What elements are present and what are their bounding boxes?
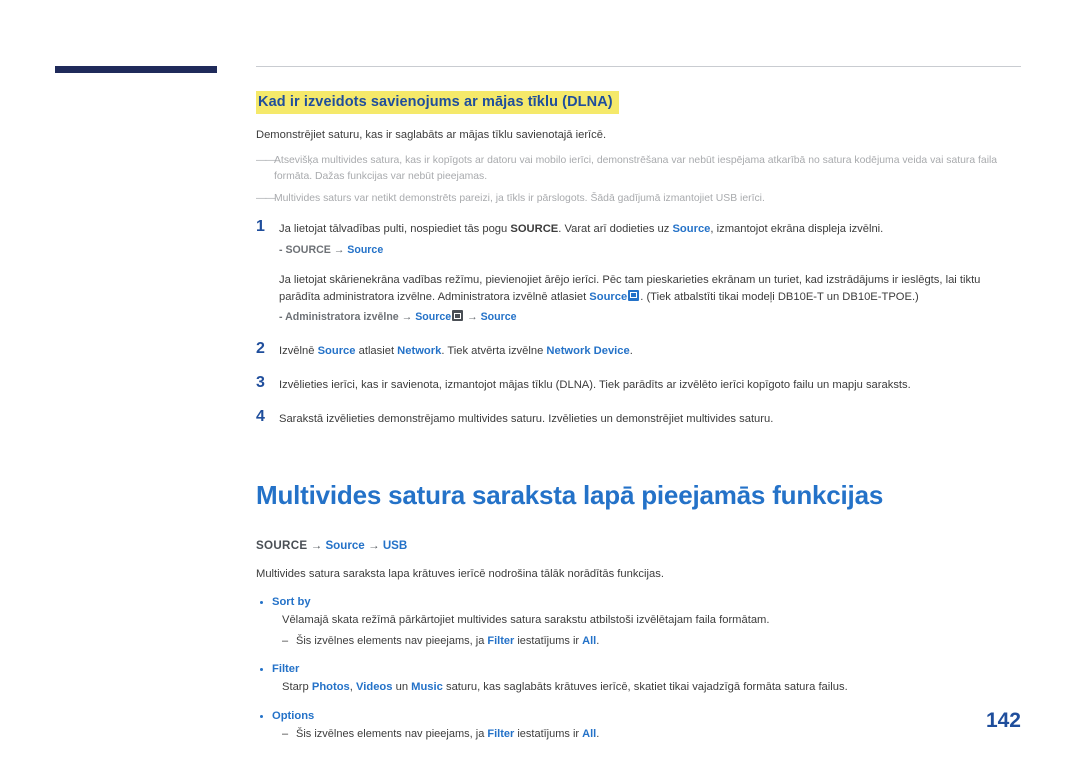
network-menu-label: Network <box>397 345 442 358</box>
step-body: Ja lietojat tālvadības pulti, nospiediet… <box>279 221 1021 326</box>
step-3: 3 Izvēlieties ierīci, kas ir savienota, … <box>256 374 1021 394</box>
note-text: Multivides saturs var netikt demonstrēts… <box>274 193 765 205</box>
breadcrumb-arrow: → <box>307 538 326 552</box>
source-menu-label: Source <box>589 290 628 303</box>
step-1: 1 Ja lietojat tālvadības pulti, nospiedi… <box>256 218 1021 326</box>
bullet-label: Options <box>272 709 315 722</box>
bullet-dot-icon <box>260 714 263 718</box>
em-dash-icon: ―― <box>256 193 276 205</box>
source-menu-label: Source <box>672 223 711 236</box>
sub-note-part: Šis izvēlnes elements nav pieejams, ja <box>296 727 488 740</box>
source-key-label: SOURCE <box>510 223 559 236</box>
filter-menu-label: Filter <box>487 727 515 740</box>
bullet-label: Sort by <box>272 595 311 608</box>
menu-path-source: Source <box>415 311 452 324</box>
menu-path-target: Source <box>480 311 517 324</box>
step-text-part: . Varat arī dodieties uz <box>558 223 673 236</box>
big-section-intro: Multivides satura saraksta lapa krātuves… <box>256 567 664 580</box>
step-body: Izvēlieties ierīci, kas ir savienota, iz… <box>279 379 911 392</box>
bullet-body-part: Starp <box>282 681 312 694</box>
breadcrumb-source-key: SOURCE <box>256 538 308 552</box>
bullet-filter: Filter <box>256 663 1021 675</box>
step-number: 3 <box>256 374 265 392</box>
header-rule-top <box>256 66 1021 67</box>
step-2: 2 Izvēlnē Source atlasiet Network. Tiek … <box>256 340 1021 360</box>
sub-note: – Šis izvēlnes elements nav pieejams, ja… <box>256 726 1021 743</box>
sub-note-part: Šis izvēlnes elements nav pieejams, ja <box>296 634 488 647</box>
step-text-part: atlasiet <box>355 345 398 358</box>
menu-path-target: Source <box>347 243 384 256</box>
bullet-dot-icon <box>260 668 263 672</box>
steps-list: 1 Ja lietojat tālvadības pulti, nospiedi… <box>256 218 1021 428</box>
photos-option-label: Photos <box>311 681 350 694</box>
step-text-part: , izmantojot ekrāna displeja izvēlni. <box>710 223 884 236</box>
menu-path-arrow: → <box>330 243 348 256</box>
step-body: Sarakstā izvēlieties demonstrējamo multi… <box>279 412 774 425</box>
bullet-body-part: saturu, kas saglabāts krātuves ierīcē, s… <box>442 681 848 694</box>
step-text-part: Izvēlnē <box>279 345 318 358</box>
step-text-part: . Tiek atvērta izvēlne <box>441 345 547 358</box>
all-option-label: All <box>582 634 597 647</box>
em-dash-icon: ―― <box>256 155 276 167</box>
menu-path-arrow: → <box>464 311 481 324</box>
page-number: 142 <box>985 709 1021 732</box>
step-number: 1 <box>256 218 265 236</box>
music-option-label: Music <box>411 681 443 694</box>
section-intro: Demonstrējiet saturu, kas ir saglabāts a… <box>256 129 607 141</box>
network-device-menu-label: Network Device <box>546 345 630 358</box>
en-dash-icon: – <box>282 634 289 647</box>
note-item: ―― Atsevišķa multivides satura, kas ir k… <box>256 153 1021 184</box>
page-content: Kad ir izveidots savienojums ar mājas tī… <box>256 66 1021 745</box>
breadcrumb-usb: USB <box>382 538 408 552</box>
bullet-dot-icon <box>260 600 263 604</box>
menu-path-source-key: SOURCE <box>285 243 331 256</box>
section-heading: Kad ir izveidots savienojums ar mājas tī… <box>256 91 619 114</box>
step-text-part: Ja lietojat tālvadības pulti, nospiediet… <box>279 223 511 236</box>
source-icon <box>452 310 464 322</box>
bullet-body-part: un <box>392 681 412 694</box>
bullet-label: Filter <box>272 663 300 676</box>
source-menu-label: Source <box>317 345 356 358</box>
sub-note: – Šis izvēlnes elements nav pieejams, ja… <box>256 633 1021 650</box>
menu-path-prefix: - Administratora izvēlne → <box>279 311 416 324</box>
step-1-extra: Ja lietojat skārienekrāna vadības režīmu… <box>279 272 1021 306</box>
breadcrumb-arrow: → <box>364 538 383 552</box>
breadcrumb: SOURCE → Source → USB <box>256 539 1021 552</box>
step-number: 2 <box>256 340 265 358</box>
sub-note-part: . <box>596 727 600 740</box>
bullet-body: Vēlamajā skata režīmā pārkārtojiet multi… <box>282 613 770 626</box>
menu-path-1: - SOURCE → Source <box>279 243 1021 259</box>
en-dash-icon: – <box>282 727 289 740</box>
bullet-sort-by: Sort by <box>256 596 1021 608</box>
filter-menu-label: Filter <box>487 634 515 647</box>
breadcrumb-source: Source <box>325 538 365 552</box>
sub-note-part: . <box>596 634 600 647</box>
videos-option-label: Videos <box>356 681 393 694</box>
step-number: 4 <box>256 407 265 425</box>
sub-note-part: iestatījums ir <box>514 634 583 647</box>
sub-note-part: iestatījums ir <box>514 727 583 740</box>
all-option-label: All <box>582 727 597 740</box>
document-page: Kad ir izveidots savienojums ar mājas tī… <box>0 0 1080 763</box>
note-text: Atsevišķa multivides satura, kas ir kopī… <box>274 155 998 182</box>
source-icon <box>628 289 640 301</box>
bullet-body: Starp Photos, Videos un Music saturu, ka… <box>256 679 1021 696</box>
step-text-part: . <box>629 345 633 358</box>
extra-text-part: . (Tiek atbalstīti tikai modeļi DB10E-T … <box>640 290 919 303</box>
step-4: 4 Sarakstā izvēlieties demonstrējamo mul… <box>256 407 1021 428</box>
bullet-options: Options <box>256 710 1021 722</box>
page-title: Multivides satura saraksta lapā pieejamā… <box>256 479 884 510</box>
header-rule-left <box>55 66 217 73</box>
menu-path-2: - Administratora izvēlne → Source → Sour… <box>279 310 1021 326</box>
note-item: ―― Multivides saturs var netikt demonstr… <box>256 191 1021 207</box>
step-body: Izvēlnē Source atlasiet Network. Tiek at… <box>279 343 1021 360</box>
